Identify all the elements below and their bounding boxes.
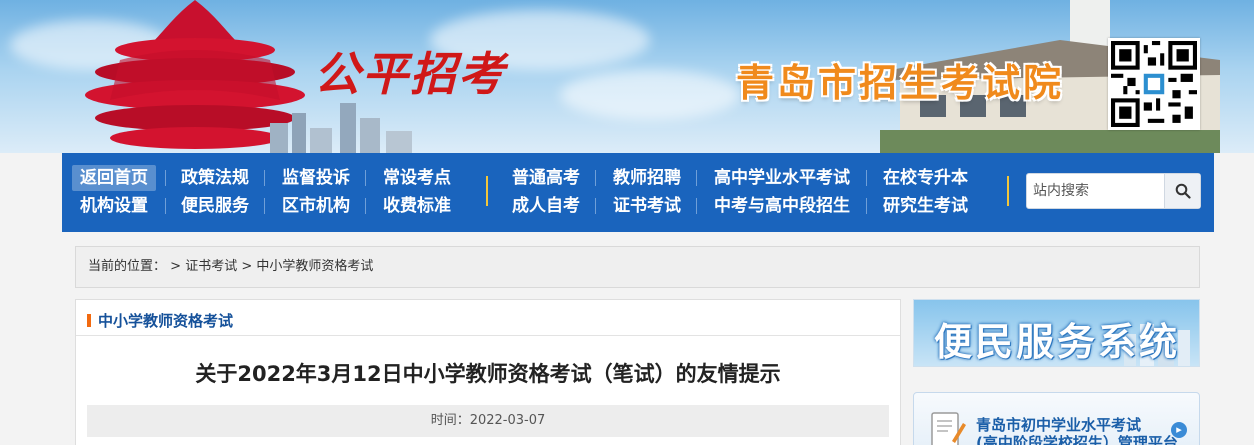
main-nav: 返回首页 政策法规 监督投诉 常设考点 机构设置 便民服务 区市机构 收费标准 … [62,153,1214,232]
nav-academic-proficiency[interactable]: 高中学业水平考试 [714,165,850,191]
platform-title-line2: (高中阶段学校招生）管理平台 [976,434,1178,445]
nav-public-service[interactable]: 便民服务 [181,193,249,219]
nav-divider [165,198,166,214]
publish-date: 2022-03-07 [469,413,546,428]
nav-divider [866,170,867,186]
search-button[interactable] [1164,174,1200,208]
panel-header: 中小学教师资格考试 [76,300,900,336]
nav-home[interactable]: 返回首页 [72,165,156,191]
nav-gaokao[interactable]: 普通高考 [512,165,580,191]
academic-exam-platform-link[interactable]: 青岛市初中学业水平考试 (高中阶段学校招生）管理平台 ▸ [913,392,1200,445]
nav-supervision[interactable]: 监督投诉 [282,165,350,191]
nav-fee-standards[interactable]: 收费标准 [383,193,451,219]
org-title: 青岛市招生考试院 [736,61,1065,105]
article-title: 关于2022年3月12日中小学教师资格考试（笔试）的友情提示 [195,362,781,386]
nav-divider [264,198,265,214]
breadcrumb-separator: > [170,259,182,274]
nav-adult-self-study[interactable]: 成人自考 [512,193,580,219]
service-banner-text: 便民服务系统 [934,319,1181,364]
nav-divider [595,170,596,186]
nav-zhongkao[interactable]: 中考与高中段招生 [714,193,850,219]
breadcrumb-link-certificate-exams[interactable]: 证书考试 [185,259,237,274]
cloud-decoration [560,70,740,120]
document-pencil-icon [931,412,966,445]
nav-divider [696,170,697,186]
qr-code-image[interactable] [1108,38,1200,130]
nav-graduate-exam[interactable]: 研究生考试 [883,193,968,219]
article-panel: 中小学教师资格考试 关于2022年3月12日中小学教师资格考试（笔试）的友情提示… [75,299,901,445]
site-search [1026,173,1201,209]
nav-divider [264,170,265,186]
nav-group-divider [1007,176,1009,206]
panel-title-marker [87,314,91,327]
nav-policy[interactable]: 政策法规 [181,165,249,191]
nav-divider [365,198,366,214]
nav-teacher-recruit[interactable]: 教师招聘 [613,165,681,191]
nav-divider [165,170,166,186]
nav-divider [595,198,596,214]
time-label: 时间： [430,413,470,428]
panel-title: 中小学教师资格考试 [98,312,234,330]
arrow-right-icon: ▸ [1171,422,1187,438]
nav-group-divider [486,176,488,206]
article-meta: 时间：2022-03-07 [87,405,889,437]
public-service-system-banner[interactable]: 便民服务系统 [913,299,1200,367]
nav-divider [696,198,697,214]
nav-organization[interactable]: 机构设置 [80,193,148,219]
breadcrumb: 当前的位置： > 证书考试 > 中小学教师资格考试 [75,246,1200,288]
search-input[interactable] [1027,174,1164,208]
nav-divider [866,198,867,214]
slogan-calligraphy: 公平招考 [314,47,506,101]
nav-exam-sites[interactable]: 常设考点 [383,165,451,191]
nav-district-offices[interactable]: 区市机构 [282,193,350,219]
site-banner: 公平招考 青岛市招生考试院 [0,0,1254,153]
breadcrumb-prefix: 当前的位置： [88,259,167,274]
breadcrumb-separator: > [241,259,253,274]
breadcrumb-link-teacher-qualification[interactable]: 中小学教师资格考试 [256,259,373,274]
search-icon [1175,183,1191,199]
nav-certificate-exams[interactable]: 证书考试 [613,193,681,219]
nav-divider [365,170,366,186]
nav-upgrade-bachelor[interactable]: 在校专升本 [883,165,968,191]
